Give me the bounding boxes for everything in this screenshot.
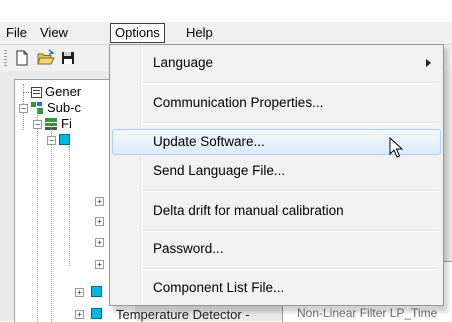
menu-options[interactable]: Options <box>110 23 165 43</box>
toolbar-grip[interactable] <box>4 50 7 68</box>
menu-item-label: Language <box>153 55 214 70</box>
menu-separator <box>143 122 439 124</box>
menu-item-delta-drift[interactable]: Delta drift for manual calibration <box>112 199 441 223</box>
new-file-icon[interactable] <box>13 49 31 67</box>
sensor-node-icon <box>91 286 102 297</box>
menu-item-label: Communication Properties... <box>153 95 324 110</box>
menu-view[interactable]: View <box>40 25 68 41</box>
menu-file[interactable]: File <box>6 25 27 41</box>
menu-separator <box>143 230 439 232</box>
menu-item-label: Send Language File... <box>153 163 286 178</box>
menu-item-component-list-file[interactable]: Component List File... <box>112 276 441 300</box>
expand-icon[interactable]: + <box>95 217 104 226</box>
options-menu: Language Communication Properties... Upd… <box>109 44 444 306</box>
tree-item-label: Sub-c <box>47 100 81 115</box>
expand-icon[interactable]: + <box>75 288 84 297</box>
menu-item-label: Component List File... <box>153 280 285 295</box>
expand-icon[interactable]: + <box>95 238 104 247</box>
tree-item-label: Fi <box>61 116 72 131</box>
collapse-icon[interactable]: − <box>33 120 42 129</box>
mouse-pointer-icon <box>389 136 404 162</box>
title-strip <box>0 0 452 22</box>
general-icon <box>31 86 42 98</box>
menu-item-password[interactable]: Password... <box>112 237 441 261</box>
save-icon[interactable] <box>61 49 75 67</box>
expand-icon[interactable]: + <box>95 197 104 206</box>
menu-separator <box>143 190 439 192</box>
menu-item-label: Delta drift for manual calibration <box>153 203 344 218</box>
menu-item-label: Update Software... <box>153 134 265 149</box>
tree-item-label: Gener <box>45 84 82 99</box>
collapse-icon[interactable]: − <box>47 136 56 145</box>
collapse-icon[interactable]: − <box>19 104 28 113</box>
menu-item-label: Password... <box>153 241 224 256</box>
expand-icon[interactable]: + <box>75 310 84 319</box>
submenu-arrow-icon <box>426 59 431 67</box>
menu-item-communication-properties[interactable]: Communication Properties... <box>112 91 441 115</box>
menu-item-language[interactable]: Language <box>112 51 441 75</box>
menu-item-send-language-file[interactable]: Send Language File... <box>112 159 441 183</box>
menu-help[interactable]: Help <box>186 25 213 41</box>
temperature-detector-icon <box>91 308 102 319</box>
menu-separator <box>143 268 439 270</box>
menu-separator <box>143 82 439 84</box>
menu-bar: File View Options Help <box>0 22 452 44</box>
sensor-node-icon <box>59 134 70 145</box>
open-folder-icon[interactable] <box>37 49 55 67</box>
expand-icon[interactable]: + <box>95 260 104 269</box>
